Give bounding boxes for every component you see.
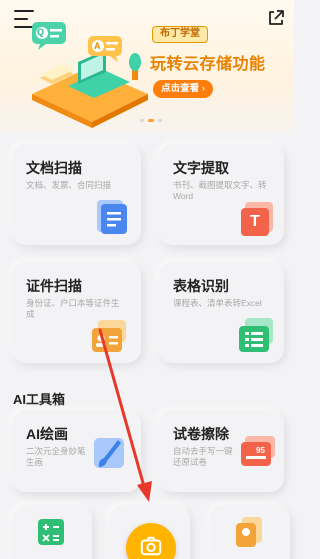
document-scan-icon	[97, 200, 127, 234]
calculator-icon	[38, 519, 64, 545]
promo-banner[interactable]: Q A 布丁学堂 玩转云存储功能 点击查看 ›	[0, 0, 294, 132]
share-export-icon[interactable]	[266, 8, 286, 28]
card-title: 证件扫描	[26, 278, 82, 294]
bubble-letter-a: A	[94, 41, 101, 51]
tool-card-table-recognize[interactable]: 表格识别 课程表、清单表转Excel	[159, 262, 284, 363]
card-title: 表格识别	[173, 278, 229, 294]
text-extract-letter: T	[250, 213, 260, 230]
cta-label: 点击查看	[161, 83, 200, 94]
card-subtitle: 身份证、户口本等证件生成	[26, 298, 120, 319]
card-subtitle: 二次元全身妙笔生画	[26, 446, 86, 467]
tool-card-doc-scan[interactable]: 文档扫描 文档、发票、合同扫描	[12, 144, 141, 245]
camera-icon	[140, 536, 162, 556]
table-recognize-icon	[239, 318, 273, 352]
tool-card-calculator[interactable]	[12, 505, 92, 559]
section-title: AI工具箱	[13, 392, 66, 407]
tool-card-text-extract[interactable]: 文字提取 书刊、截图提取文字、转Word T	[159, 144, 284, 245]
exam-score-text: 95	[256, 446, 265, 455]
tool-card-exam-erase[interactable]: 试卷擦除 自动去手写一键还原试卷 95	[159, 410, 284, 492]
card-subtitle: 自动去手写一键还原试卷	[173, 446, 233, 467]
card-subtitle: 文档、发票、合同扫描	[26, 180, 112, 190]
card-title: 试卷擦除	[173, 426, 229, 442]
card-subtitle: 课程表、清单表转Excel	[173, 298, 262, 308]
promo-title: 玩转云存储功能	[150, 56, 266, 73]
tool-card-ai-painting[interactable]: AI绘画 二次元全身妙笔生画	[12, 410, 141, 492]
view-details-button[interactable]: 点击查看 ›	[153, 80, 213, 98]
tool-card-certificate[interactable]	[210, 505, 290, 559]
bubble-letter-q: Q	[37, 27, 45, 37]
tool-card-id-scan[interactable]: 证件扫描 身份证、户口本等证件生成	[12, 262, 141, 363]
card-title: 文字提取	[173, 160, 229, 176]
carousel-indicator	[140, 119, 162, 122]
card-subtitle: 书刊、截图提取文字、转Word	[173, 180, 267, 201]
chevron-right-icon: ›	[201, 83, 205, 94]
id-card-scan-icon	[92, 320, 126, 352]
card-title: AI绘画	[26, 426, 68, 442]
card-title: 文档扫描	[26, 160, 82, 176]
certificate-icon	[236, 517, 262, 547]
ai-brush-icon	[94, 438, 124, 468]
badge-label: 布丁学堂	[152, 26, 208, 43]
